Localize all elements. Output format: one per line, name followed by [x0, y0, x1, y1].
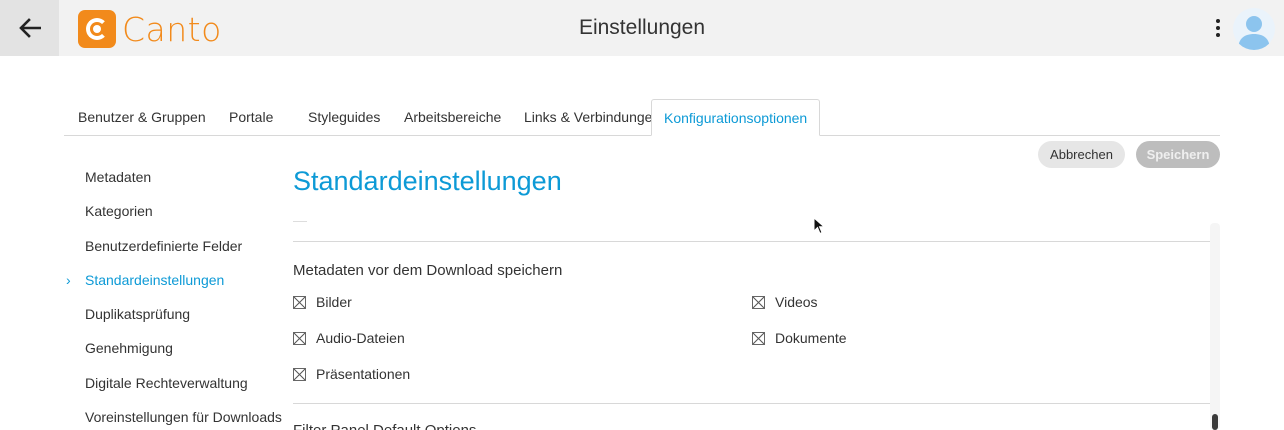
checkbox-label: Audio-Dateien [316, 330, 405, 346]
user-avatar[interactable] [1233, 8, 1275, 50]
sidebar-item-label: Voreinstellungen für Downloads [85, 409, 282, 426]
sidebar-item-genehmigung[interactable]: Genehmigung [64, 331, 284, 365]
checkbox-audio-dateien[interactable]: Audio-Dateien [293, 328, 405, 348]
checkbox-label: Videos [775, 294, 818, 310]
sidebar-item-duplikatspruefung[interactable]: Duplikatsprüfung [64, 297, 284, 331]
checkbox-label: Dokumente [775, 330, 847, 346]
cancel-button[interactable]: Abbrechen [1038, 141, 1125, 168]
sidebar-item-label: Duplikatsprüfung [85, 306, 191, 323]
mouse-pointer-icon [813, 217, 825, 235]
tab-benutzer-gruppen[interactable]: Benutzer & Gruppen [64, 99, 215, 136]
tab-links-verbindungen[interactable]: Links & Verbindungen [510, 99, 660, 136]
sidebar-item-label: Standardeinstellungen [85, 271, 225, 288]
save-button[interactable]: Speichern [1136, 141, 1220, 168]
checkbox-label: Bilder [316, 294, 352, 310]
option-group-title: Filter Panel Default Options [293, 422, 476, 430]
sidebar-item-digitale-rechteverwaltung[interactable]: Digitale Rechteverwaltung [64, 366, 284, 400]
checkbox-checked-icon [752, 295, 765, 309]
divider [293, 221, 307, 222]
divider [293, 403, 1212, 404]
option-group-title: Metadaten vor dem Download speichern [293, 262, 563, 279]
divider [293, 241, 1212, 242]
chevron-right-icon: › [66, 271, 71, 288]
tab-konfigurationsoptionen[interactable]: Konfigurationsoptionen [651, 99, 821, 136]
sidebar-item-label: Kategorien [85, 203, 153, 220]
checkbox-praesentationen[interactable]: Präsentationen [293, 364, 410, 384]
tab-styleguides[interactable]: Styleguides [294, 99, 390, 136]
checkbox-label: Präsentationen [316, 366, 411, 382]
sidebar-item-label: Metadaten [85, 169, 152, 185]
checkbox-checked-icon [293, 367, 306, 381]
section-heading: Standardeinstellungen [293, 166, 562, 196]
tab-arbeitsbereiche[interactable]: Arbeitsbereiche [390, 99, 510, 136]
scrollbar-thumb[interactable] [1212, 414, 1218, 430]
scrollbar-track[interactable] [1210, 223, 1220, 430]
checkbox-dokumente[interactable]: Dokumente [752, 328, 847, 348]
checkbox-bilder[interactable]: Bilder [293, 292, 352, 312]
kebab-menu-button[interactable] [1208, 14, 1228, 42]
user-avatar-icon [1238, 16, 1270, 50]
sidebar-item-label: Genehmigung [85, 340, 173, 357]
settings-sidebar: Metadaten Kategorien Benutzerdefinierte … [64, 160, 284, 430]
checkbox-checked-icon [752, 331, 765, 345]
sidebar-item-kategorien[interactable]: Kategorien [64, 194, 284, 228]
page-title: Einstellungen [578, 16, 706, 39]
kebab-menu-icon [1216, 19, 1220, 23]
settings-tabs: Benutzer & Gruppen Portale Styleguides A… [64, 99, 1220, 136]
sidebar-item-metadaten[interactable]: Metadaten [64, 160, 284, 194]
sidebar-item-standardeinstellungen[interactable]: › Standardeinstellungen [64, 263, 284, 297]
sidebar-item-label: Benutzerdefinierte Felder [85, 237, 243, 254]
checkbox-checked-icon [293, 331, 306, 345]
sidebar-item-benutzerdefinierte-felder[interactable]: Benutzerdefinierte Felder [64, 229, 284, 263]
sidebar-item-label: Digitale Rechteverwaltung [85, 374, 248, 391]
sidebar-item-voreinstellungen-downloads[interactable]: Voreinstellungen für Downloads [64, 400, 284, 430]
checkbox-checked-icon [293, 295, 306, 309]
tab-portale[interactable]: Portale [215, 99, 294, 136]
top-bar: Canto Einstellungen [0, 0, 1284, 56]
checkbox-videos[interactable]: Videos [752, 292, 818, 312]
